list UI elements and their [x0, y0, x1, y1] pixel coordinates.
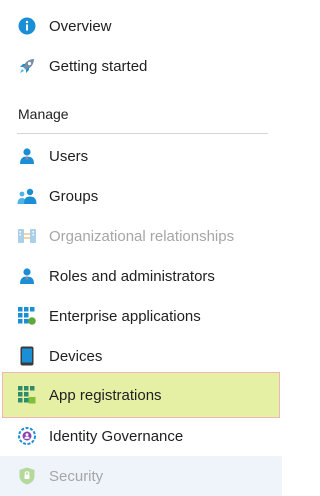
nav-item-label: Getting started: [49, 57, 148, 75]
rocket-icon: [17, 56, 37, 76]
shield-icon: [17, 466, 37, 486]
nav-item-overview[interactable]: Overview: [0, 6, 282, 46]
nav-item-label: Roles and administrators: [49, 267, 215, 285]
nav-item-label: Groups: [49, 187, 99, 205]
app-registrations-icon: [17, 385, 37, 405]
nav-item-roles-and-administrators[interactable]: Roles and administrators: [0, 256, 282, 296]
left-nav-menu: Overview Getting started Manage Users Gr…: [0, 0, 282, 496]
nav-item-users[interactable]: Users: [0, 136, 282, 176]
nav-item-enterprise-applications[interactable]: Enterprise applications: [0, 296, 282, 336]
nav-item-label: Security: [49, 467, 104, 485]
nav-item-app-registrations[interactable]: App registrations: [2, 372, 280, 418]
nav-item-groups[interactable]: Groups: [0, 176, 282, 216]
nav-item-label: Enterprise applications: [49, 307, 201, 325]
nav-item-devices[interactable]: Devices: [0, 336, 282, 376]
nav-item-label: Users: [49, 147, 89, 165]
roles-icon: [17, 266, 37, 286]
nav-item-organizational-relationships[interactable]: Organizational relationships: [0, 216, 282, 256]
nav-item-label: Organizational relationships: [49, 227, 235, 245]
nav-item-getting-started[interactable]: Getting started: [0, 46, 282, 86]
section-divider: [17, 133, 268, 134]
nav-item-label: App registrations: [49, 386, 162, 404]
info-icon: [17, 16, 37, 36]
nav-item-label: Identity Governance: [49, 427, 184, 445]
identity-governance-icon: [17, 426, 37, 446]
user-icon: [17, 146, 37, 166]
nav-item-label: Overview: [49, 17, 112, 35]
section-header-manage: Manage: [18, 106, 69, 122]
enterprise-apps-icon: [17, 306, 37, 326]
org-relationships-icon: [17, 226, 37, 246]
nav-item-identity-governance[interactable]: Identity Governance: [0, 416, 282, 456]
nav-item-label: Devices: [49, 347, 103, 365]
groups-icon: [17, 186, 37, 206]
device-icon: [17, 346, 37, 366]
nav-item-security[interactable]: Security: [0, 456, 282, 496]
